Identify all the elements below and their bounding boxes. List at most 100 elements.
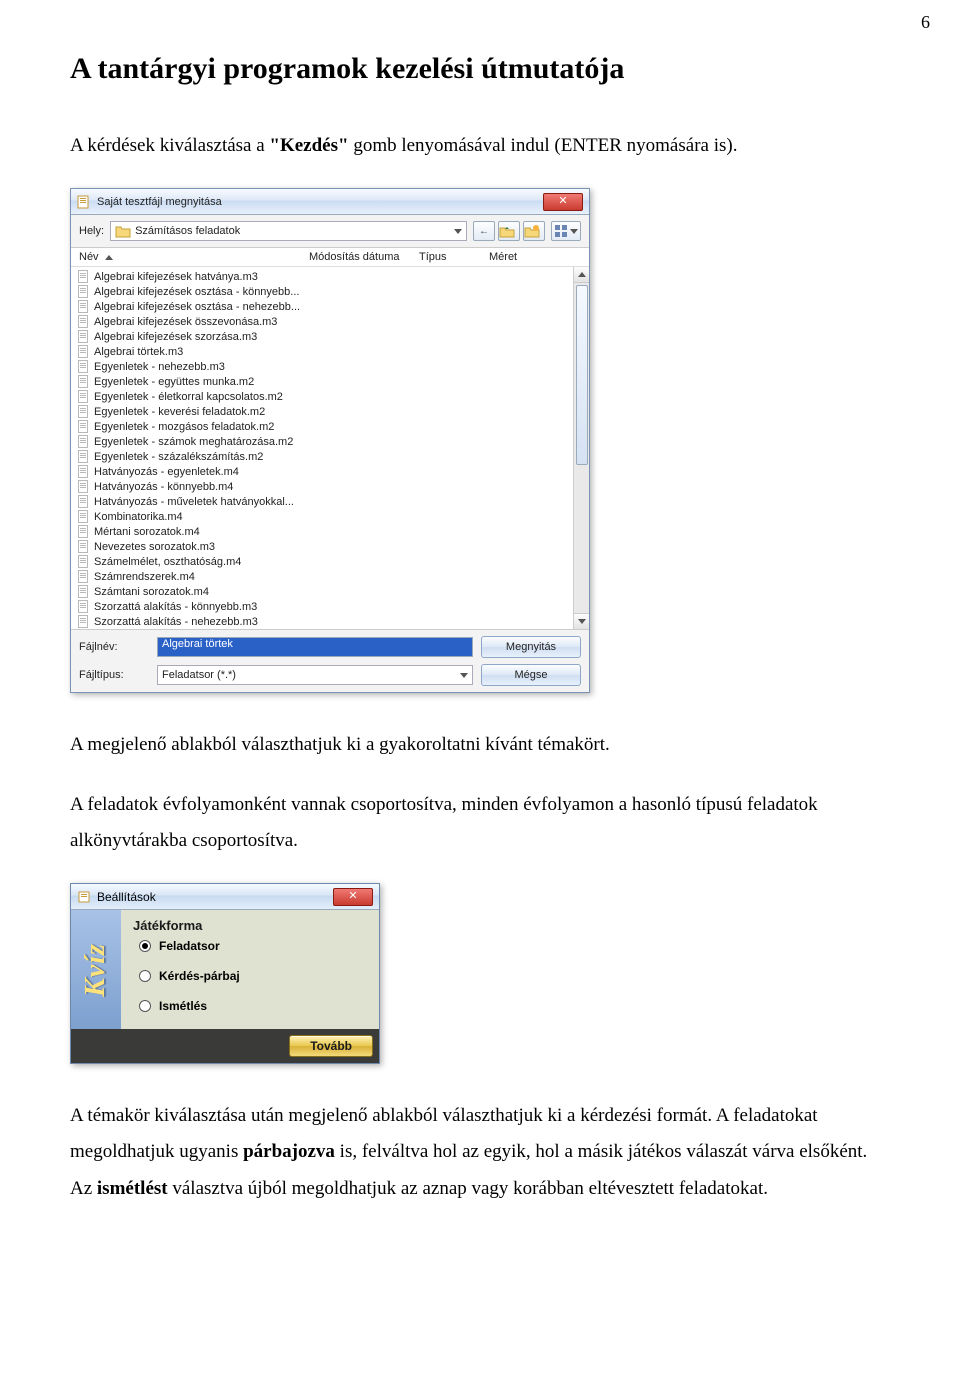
- file-row[interactable]: Hatványozás - könnyebb.m4: [77, 479, 569, 494]
- file-icon: [77, 615, 90, 628]
- filetype-combo[interactable]: Feladatsor (*.*): [157, 665, 473, 685]
- view-toggle-button[interactable]: [551, 221, 581, 241]
- dialog2-footer: Tovább: [71, 1029, 379, 1063]
- file-row[interactable]: Egyenletek - számok meghatározása.m2: [77, 434, 569, 449]
- cancel-button[interactable]: Mégse: [481, 664, 581, 686]
- nav-newfolder-button[interactable]: [523, 221, 545, 241]
- file-row[interactable]: Számtani sorozatok.m4: [77, 584, 569, 599]
- col-size: Méret: [489, 251, 559, 263]
- scroll-thumb[interactable]: [576, 285, 588, 465]
- radio-kerdes-parbaj[interactable]: Kérdés-párbaj: [139, 969, 367, 983]
- file-name: Hatványozás - egyenletek.m4: [94, 466, 239, 478]
- filename-label: Fájlnév:: [79, 641, 149, 653]
- file-name: Algebrai törtek.m3: [94, 346, 183, 358]
- file-name: Algebrai kifejezések összevonása.m3: [94, 316, 277, 328]
- paragraph-2: A megjelenő ablakból választhatjuk ki a …: [70, 727, 890, 763]
- location-combo[interactable]: Számításos feladatok: [110, 221, 467, 241]
- file-name: Algebrai kifejezések osztása - nehezebb.…: [94, 301, 300, 313]
- nav-back-button[interactable]: ←: [473, 221, 495, 241]
- filename-input[interactable]: Algebrai törtek: [157, 637, 473, 657]
- p1-text-a: A kérdések kiválasztása a: [70, 135, 269, 156]
- file-icon: [77, 435, 90, 448]
- scroll-up-button[interactable]: [574, 267, 589, 283]
- scroll-down-button[interactable]: [574, 613, 589, 629]
- dialog1-location-bar: Hely: Számításos feladatok ←: [71, 215, 589, 248]
- file-row[interactable]: Egyenletek - együttes munka.m2: [77, 374, 569, 389]
- file-row[interactable]: Egyenletek - keverési feladatok.m2: [77, 404, 569, 419]
- p4-e: választva újból megoldhatjuk az aznap va…: [168, 1178, 768, 1199]
- file-name: Számtani sorozatok.m4: [94, 586, 209, 598]
- file-row[interactable]: Algebrai kifejezések szorzása.m3: [77, 329, 569, 344]
- file-row[interactable]: Hatványozás - műveletek hatványokkal...: [77, 494, 569, 509]
- file-icon: [77, 585, 90, 598]
- file-name: Hatványozás - könnyebb.m4: [94, 481, 233, 493]
- triangle-up-icon: [578, 272, 586, 277]
- radio-icon: [139, 940, 151, 952]
- sort-asc-icon: [105, 255, 113, 260]
- file-row[interactable]: Egyenletek - százalékszámítás.m2: [77, 449, 569, 464]
- file-row[interactable]: Algebrai kifejezések osztása - könnyebb.…: [77, 284, 569, 299]
- file-row[interactable]: Algebrai kifejezések osztása - nehezebb.…: [77, 299, 569, 314]
- file-row[interactable]: Kombinatorika.m4: [77, 509, 569, 524]
- filetype-label: Fájltípus:: [79, 669, 149, 681]
- file-row[interactable]: Nevezetes sorozatok.m3: [77, 539, 569, 554]
- col-modified: Módosítás dátuma: [309, 251, 419, 263]
- dialog1-title-icon: [77, 195, 91, 209]
- file-name: Számrendszerek.m4: [94, 571, 195, 583]
- radio-feladatsor[interactable]: Feladatsor: [139, 939, 367, 953]
- file-icon: [77, 570, 90, 583]
- file-name: Hatványozás - műveletek hatványokkal...: [94, 496, 294, 508]
- file-icon: [77, 390, 90, 403]
- file-row[interactable]: Számelmélet, oszthatóság.m4: [77, 554, 569, 569]
- dialog1-titlebar: Saját tesztfájl megnyitása ✕: [71, 189, 589, 215]
- col-name: Név: [79, 251, 99, 263]
- file-icon: [77, 330, 90, 343]
- file-row[interactable]: Egyenletek - nehezebb.m3: [77, 359, 569, 374]
- file-name: Algebrai kifejezések osztása - könnyebb.…: [94, 286, 299, 298]
- file-icon: [77, 405, 90, 418]
- file-row[interactable]: Szorzattá alakítás - könnyebb.m3: [77, 599, 569, 614]
- radio-ismetles[interactable]: Ismétlés: [139, 999, 367, 1013]
- next-button[interactable]: Tovább: [289, 1035, 373, 1057]
- radio-icon: [139, 1000, 151, 1012]
- file-row[interactable]: Szorzattá alakítás - nehezebb.m3: [77, 614, 569, 629]
- close-icon[interactable]: ✕: [333, 888, 373, 906]
- paragraph-3: A feladatok évfolyamonként vannak csopor…: [70, 787, 890, 859]
- file-row[interactable]: Egyenletek - mozgásos feladatok.m2: [77, 419, 569, 434]
- close-icon[interactable]: ✕: [543, 193, 583, 211]
- file-row[interactable]: Algebrai kifejezések összevonása.m3: [77, 314, 569, 329]
- file-list[interactable]: Algebrai kifejezések hatványa.m3 Algebrai…: [71, 267, 573, 629]
- file-row[interactable]: Hatványozás - egyenletek.m4: [77, 464, 569, 479]
- new-folder-icon: [524, 224, 540, 238]
- dialog1-footer: Fájlnév: Algebrai törtek Megnyitás Fájlt…: [71, 629, 589, 692]
- file-name: Számelmélet, oszthatóság.m4: [94, 556, 241, 568]
- file-name: Szorzattá alakítás - nehezebb.m3: [94, 616, 258, 628]
- file-icon: [77, 465, 90, 478]
- open-button[interactable]: Megnyitás: [481, 636, 581, 658]
- p1-kezdes-bold: "Kezdés": [269, 135, 348, 156]
- file-name: Egyenletek - életkorral kapcsolatos.m2: [94, 391, 283, 403]
- radio-label: Feladatsor: [159, 939, 220, 953]
- chevron-down-icon: [454, 229, 462, 234]
- file-row[interactable]: Számrendszerek.m4: [77, 569, 569, 584]
- settings-dialog: Beállítások ✕ Kvíz Játékforma Feladatsor…: [70, 883, 380, 1064]
- file-name: Egyenletek - együttes munka.m2: [94, 376, 254, 388]
- nav-up-button[interactable]: [498, 221, 520, 241]
- file-name: Egyenletek - keverési feladatok.m2: [94, 406, 265, 418]
- file-icon: [77, 555, 90, 568]
- file-name: Egyenletek - százalékszámítás.m2: [94, 451, 263, 463]
- file-name: Szorzattá alakítás - könnyebb.m3: [94, 601, 257, 613]
- file-icon: [77, 270, 90, 283]
- file-row[interactable]: Algebrai törtek.m3: [77, 344, 569, 359]
- dialog2-panel: Játékforma Feladatsor Kérdés-párbaj Ismé…: [121, 910, 379, 1029]
- scrollbar-vertical[interactable]: [573, 267, 589, 629]
- file-row[interactable]: Mértani sorozatok.m4: [77, 524, 569, 539]
- file-icon: [77, 285, 90, 298]
- file-row[interactable]: Algebrai kifejezések hatványa.m3: [77, 269, 569, 284]
- file-column-headers[interactable]: Név Módosítás dátuma Típus Méret: [71, 248, 589, 267]
- file-icon: [77, 315, 90, 328]
- radio-label: Ismétlés: [159, 999, 207, 1013]
- file-icon: [77, 480, 90, 493]
- location-value: Számításos feladatok: [135, 225, 240, 237]
- file-row[interactable]: Egyenletek - életkorral kapcsolatos.m2: [77, 389, 569, 404]
